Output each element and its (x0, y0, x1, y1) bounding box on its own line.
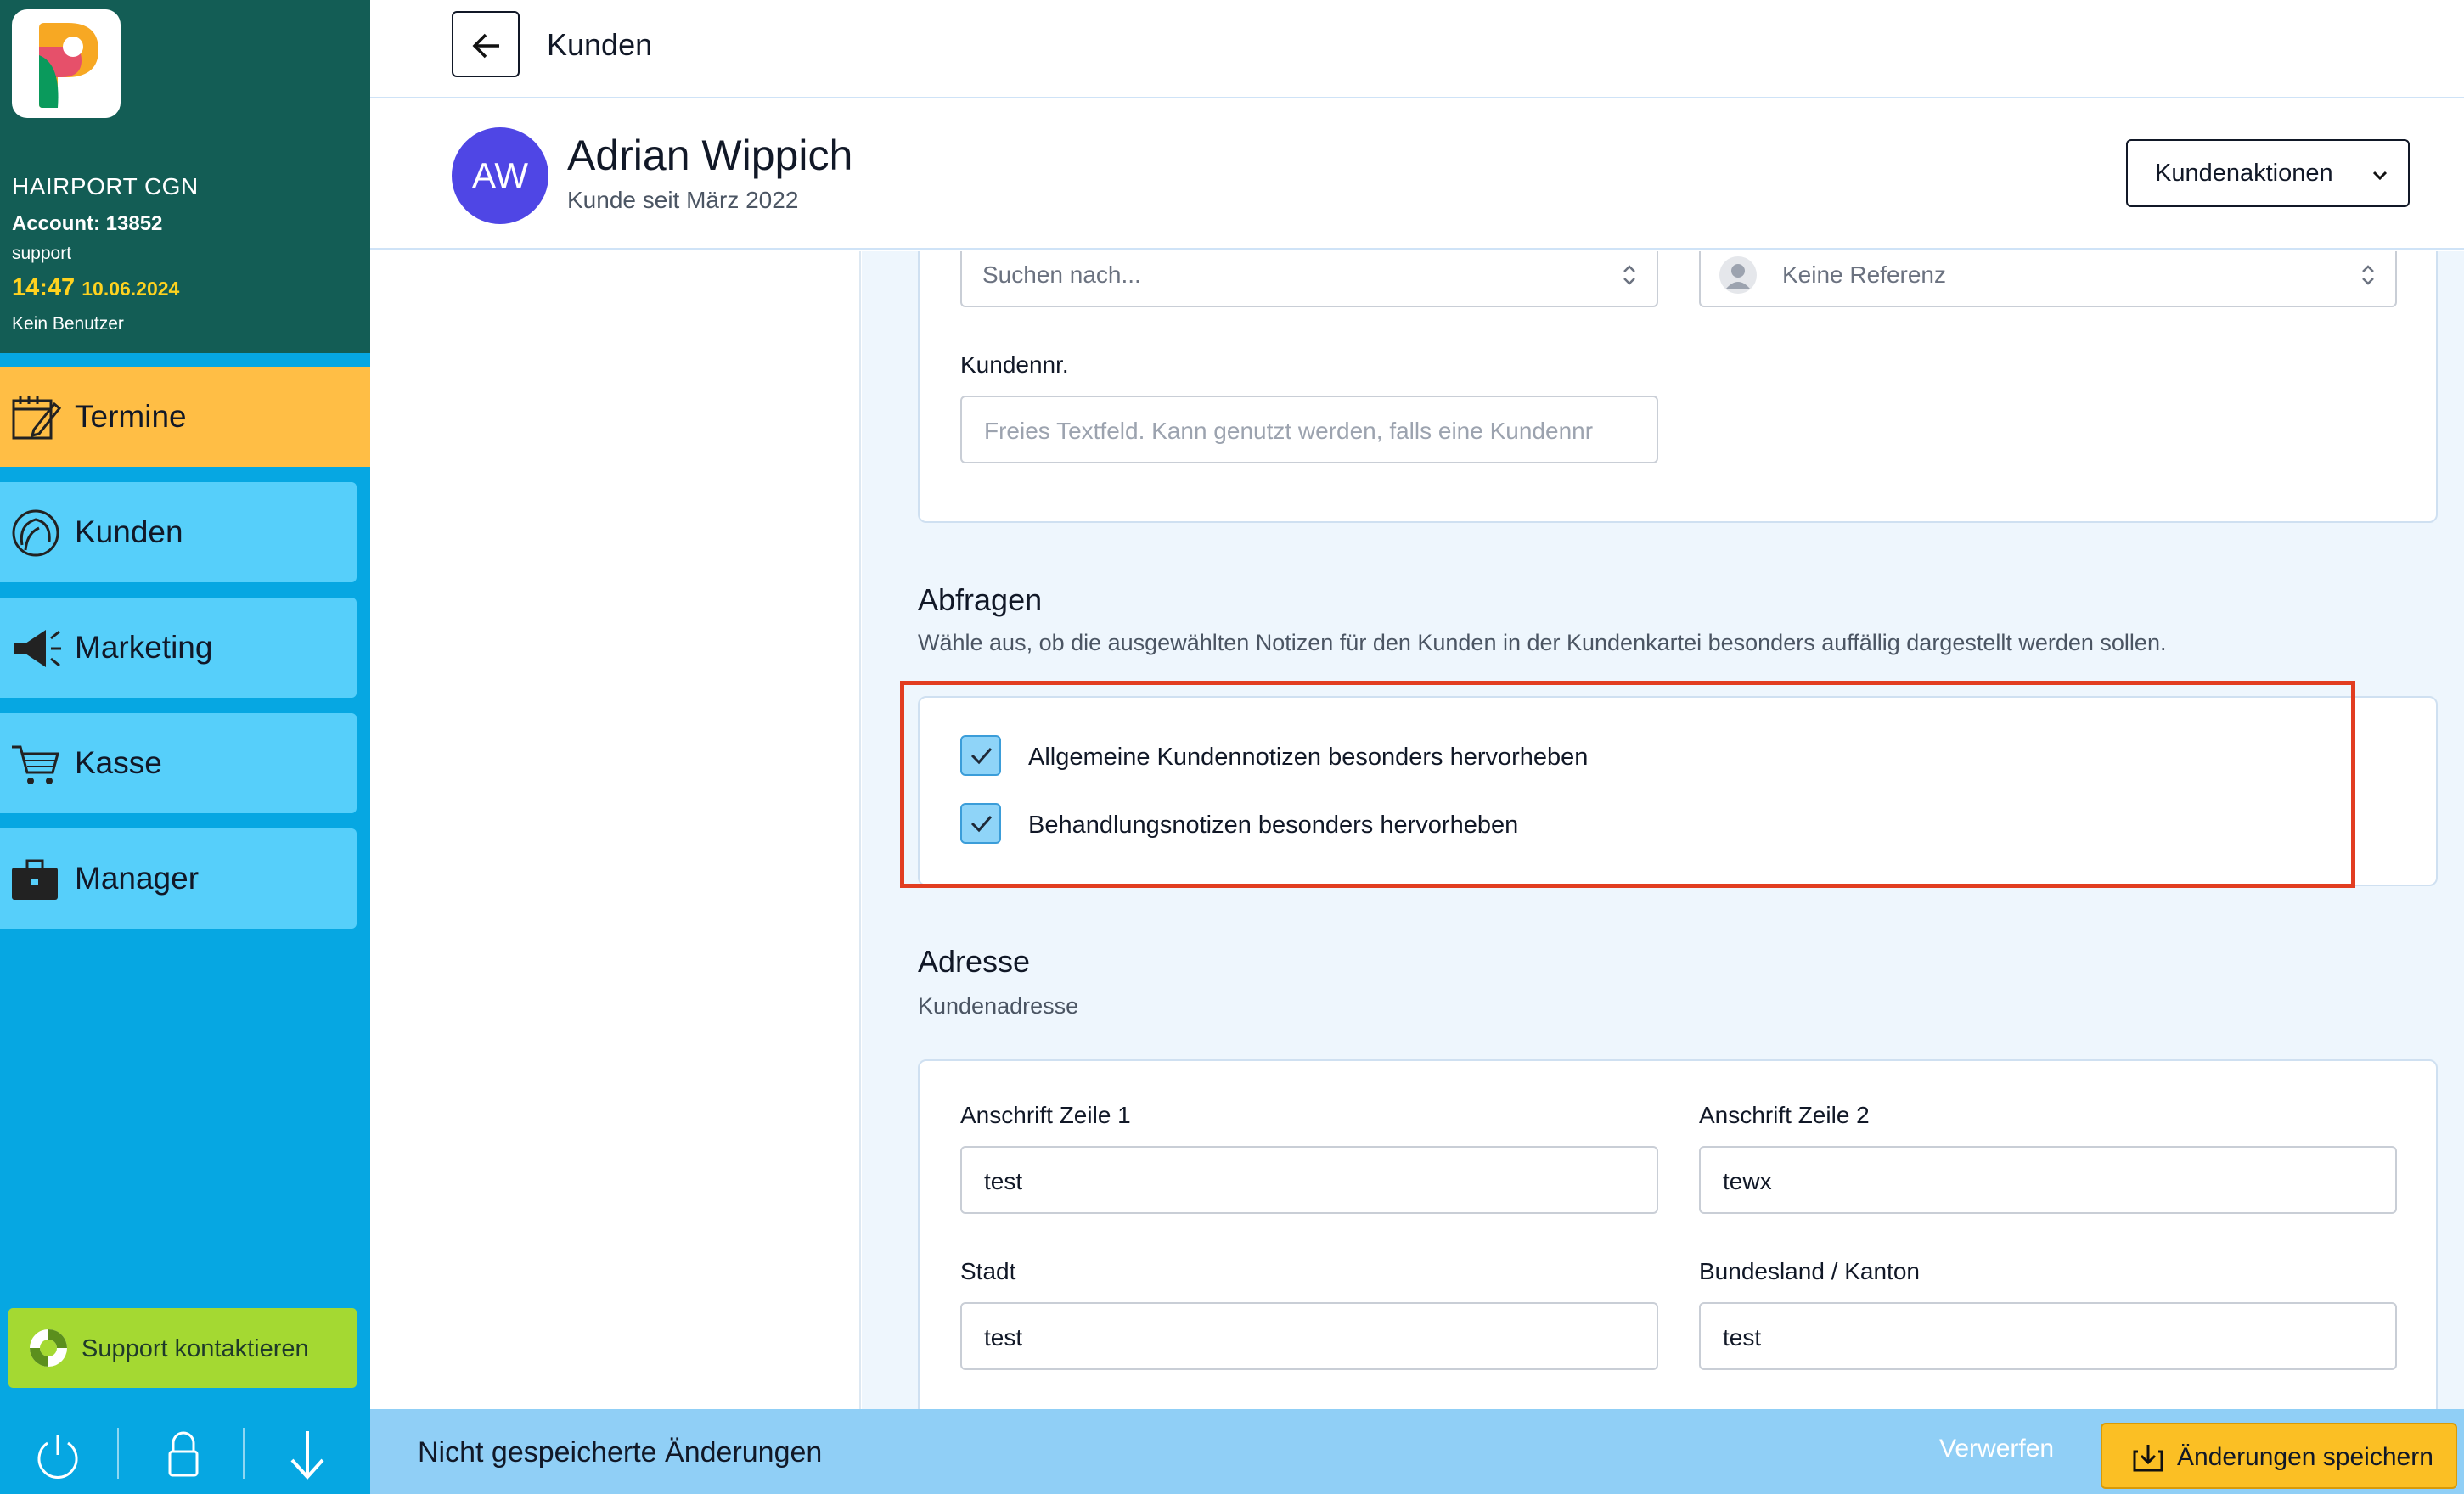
queries-title: Abfragen (918, 582, 1043, 617)
select-arrows-icon (1623, 265, 1635, 285)
app-logo (12, 9, 121, 118)
megaphone-icon (14, 630, 61, 667)
arrow-down-icon[interactable] (282, 1428, 333, 1480)
address-line2-input[interactable]: tewx (1699, 1146, 2397, 1214)
customer-since: Kunde seit März 2022 (567, 187, 799, 213)
search-select[interactable]: Suchen nach... (960, 251, 1658, 307)
arrow-left-icon (472, 33, 499, 59)
reference-select[interactable]: Keine Referenz (1699, 251, 2397, 307)
left-column (370, 251, 861, 1409)
sidebar-bottom-bar (0, 1419, 370, 1484)
page-title: Kunden (547, 27, 653, 62)
customer-no-label: Kundennr. (960, 351, 1069, 378)
nav-item-termine[interactable]: Termine (0, 367, 370, 467)
customer-no-input[interactable]: Freies Textfeld. Kann genutzt werden, fa… (960, 396, 1658, 463)
nav-label-termine: Termine (75, 399, 187, 434)
lifebuoy-icon (30, 1329, 67, 1367)
support-button-label: Support kontaktieren (82, 1335, 309, 1362)
separator (243, 1428, 245, 1479)
nav-item-kunden[interactable]: Kunden (0, 482, 357, 582)
unsaved-changes-bar: Nicht gespeicherte Änderungen Verwerfen … (370, 1409, 2464, 1494)
address-card: Anschrift Zeile 1 test Anschrift Zeile 2… (918, 1059, 2438, 1409)
address-line1-label: Anschrift Zeile 1 (960, 1102, 1131, 1128)
salon-name: HAIRPORT CGN (12, 173, 199, 199)
chevron-down-icon (2372, 171, 2388, 181)
customer-no-placeholder: Freies Textfeld. Kann genutzt werden, fa… (984, 418, 1594, 444)
account-number: Account: 13852 (12, 212, 163, 235)
save-download-icon (2133, 1445, 2163, 1472)
nav-label-marketing: Marketing (75, 630, 213, 665)
user-role: support (12, 244, 72, 263)
save-button-label: Änderungen speichern (2177, 1443, 2433, 1471)
reference-select-placeholder: Keine Referenz (1782, 261, 1947, 288)
address-title: Adresse (918, 944, 1031, 979)
address-line2-label: Anschrift Zeile 2 (1699, 1102, 1870, 1128)
clock: 14:47 10.06.2024 (12, 274, 179, 302)
briefcase-icon (12, 859, 58, 900)
nav-label-kasse: Kasse (75, 745, 162, 780)
city-label: Stadt (960, 1258, 1016, 1284)
discard-button[interactable]: Verwerfen (1939, 1435, 2054, 1463)
content-area: Suchen nach... Keine Referenz Kundennr. … (862, 251, 2464, 1409)
highlight-box (900, 681, 2355, 888)
current-user: Kein Benutzer (12, 314, 124, 334)
state-input[interactable]: test (1699, 1302, 2397, 1370)
save-button[interactable]: Änderungen speichern (2101, 1423, 2457, 1489)
calendar-icon (12, 396, 62, 440)
user-placeholder-icon (1719, 256, 1757, 294)
customer-name: Adrian Wippich (567, 132, 853, 179)
sidebar: HAIRPORT CGN Account: 13852 support 14:4… (0, 0, 370, 1494)
address-description: Kundenadresse (918, 993, 1079, 1019)
city-value: test (984, 1324, 1023, 1351)
queries-description: Wähle aus, ob die ausgewählten Notizen f… (918, 630, 2167, 655)
sidebar-header: HAIRPORT CGN Account: 13852 support 14:4… (0, 0, 370, 353)
top-bar: Kunden (370, 0, 2464, 98)
separator (117, 1428, 119, 1479)
support-button[interactable]: Support kontaktieren (8, 1308, 357, 1388)
clock-date: 10.06.2024 (82, 278, 180, 300)
customer-actions-label: Kundenaktionen (2155, 160, 2333, 187)
search-select-placeholder: Suchen nach... (982, 261, 1141, 288)
logo-p-icon (39, 23, 98, 108)
lock-icon[interactable] (158, 1428, 209, 1480)
nav-item-marketing[interactable]: Marketing (0, 598, 357, 698)
back-button[interactable] (452, 11, 520, 77)
cart-icon (12, 745, 59, 784)
unsaved-message: Nicht gespeicherte Änderungen (418, 1436, 823, 1469)
customer-header: AW Adrian Wippich Kunde seit März 2022 K… (370, 100, 2464, 250)
customer-head-icon (12, 509, 59, 557)
address-line1-input[interactable]: test (960, 1146, 1658, 1214)
address-line2-value: tewx (1723, 1168, 1772, 1194)
city-input[interactable]: test (960, 1302, 1658, 1370)
customer-actions-button[interactable]: Kundenaktionen (2126, 139, 2410, 207)
avatar: AW (452, 127, 548, 224)
power-icon[interactable] (32, 1428, 83, 1480)
nav-label-kunden: Kunden (75, 514, 183, 549)
state-label: Bundesland / Kanton (1699, 1258, 1920, 1284)
select-arrows-icon (2362, 265, 2374, 285)
nav-item-manager[interactable]: Manager (0, 828, 357, 929)
nav-label-manager: Manager (75, 861, 200, 896)
reference-card: Suchen nach... Keine Referenz Kundennr. … (918, 251, 2438, 523)
state-value: test (1723, 1324, 1762, 1351)
address-line1-value: test (984, 1168, 1023, 1194)
nav-item-kasse[interactable]: Kasse (0, 713, 357, 813)
clock-time: 14:47 (12, 274, 76, 301)
